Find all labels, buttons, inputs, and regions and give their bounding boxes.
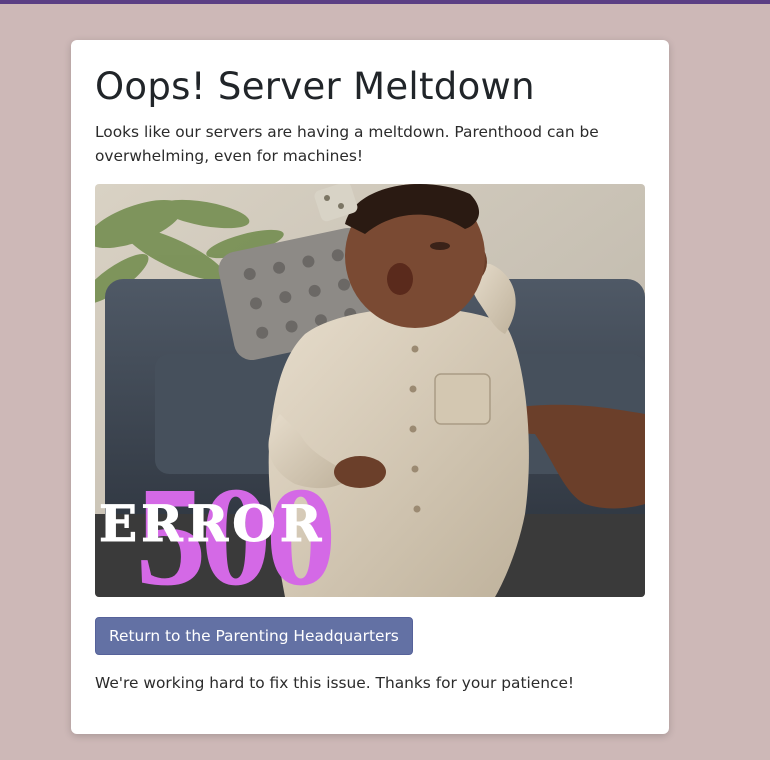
top-accent-bar <box>0 0 770 4</box>
error-word-overlay: ERROR <box>99 494 325 553</box>
error-message: Looks like our servers are having a melt… <box>95 123 599 165</box>
footer-note: We're working hard to fix this issue. Th… <box>95 674 575 692</box>
hero-image: 500 ERROR <box>95 184 645 597</box>
page-title: Oops! Server Meltdown <box>95 65 535 108</box>
return-home-button[interactable]: Return to the Parenting Headquarters <box>95 617 413 655</box>
error-card: Oops! Server Meltdown Looks like our ser… <box>71 40 669 734</box>
